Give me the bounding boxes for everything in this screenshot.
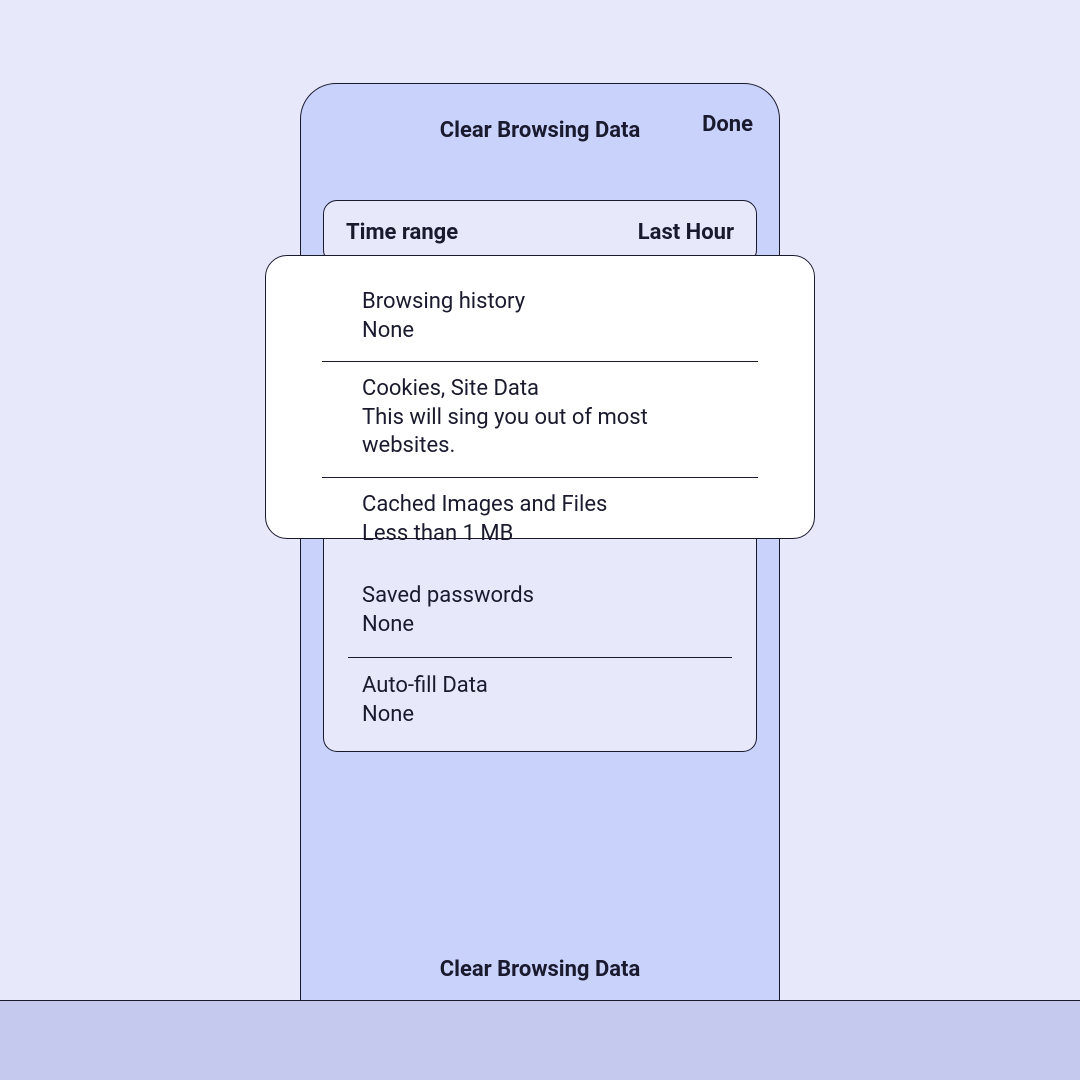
time-range-label: Time range [346,220,458,245]
option-title: Cached Images and Files [362,491,758,520]
option-autofill-data[interactable]: Auto-fill Data None [348,657,732,751]
header-bar: Clear Browsing Data Done [323,110,757,150]
option-title: Cookies, Site Data [362,375,758,404]
done-button[interactable]: Done [702,112,753,137]
option-cached-images-files[interactable]: Cached Images and Files Less than 1 MB [266,477,814,564]
option-browsing-history[interactable]: Browsing history None [266,278,814,361]
option-saved-passwords[interactable]: Saved passwords None [348,568,732,657]
option-subtitle: None [362,317,758,346]
page-title: Clear Browsing Data [440,118,641,143]
option-subtitle: This will sing you out of most websites. [362,404,662,461]
option-subtitle: None [362,611,718,640]
clear-browsing-data-button[interactable]: Clear Browsing Data [301,957,779,982]
ground-band [0,1000,1080,1080]
option-title: Saved passwords [362,582,718,611]
option-title: Auto-fill Data [362,672,718,701]
option-subtitle: None [362,701,718,730]
option-cookies-site-data[interactable]: Cookies, Site Data This will sing you ou… [266,361,814,477]
option-subtitle: Less than 1 MB [362,520,758,549]
ground-line [0,1000,1080,1001]
time-range-value: Last Hour [638,220,734,245]
option-title: Browsing history [362,288,758,317]
highlighted-options-card: Browsing history None Cookies, Site Data… [265,255,815,539]
